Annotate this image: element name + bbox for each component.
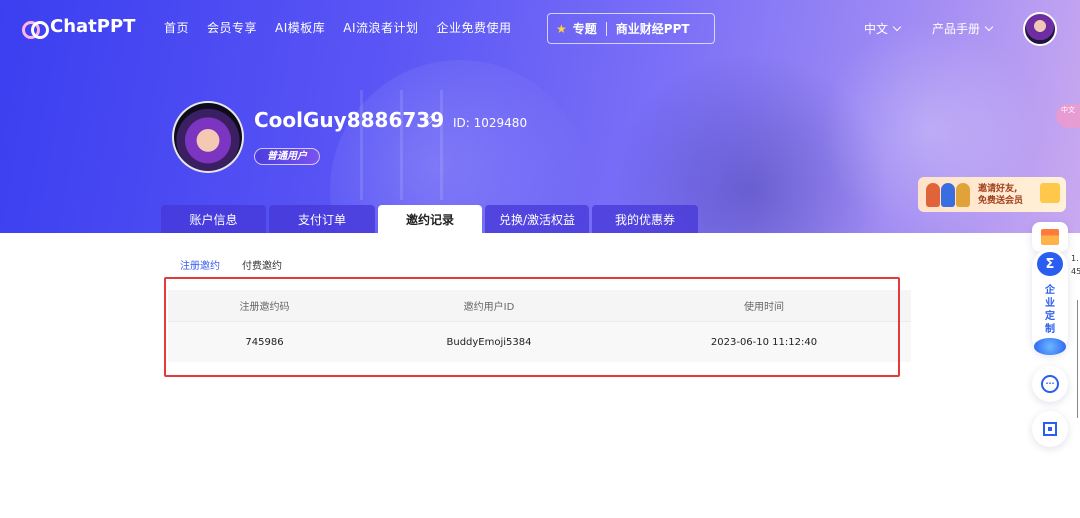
side-number: 1. 45 <box>1071 254 1080 276</box>
topic-value: 商业财经PPT <box>615 22 690 36</box>
gift-icon <box>1041 229 1059 245</box>
nav-item-enterprise[interactable]: 企业免费使用 <box>437 19 512 36</box>
enterprise-label: 企业定制 <box>1045 285 1055 336</box>
chevron-down-icon <box>984 22 994 31</box>
chevron-down-icon <box>892 22 902 31</box>
manual-label: 产品手册 <box>932 22 981 36</box>
language-label: 中文 <box>864 22 889 36</box>
brand-icon: Σ <box>1037 252 1063 277</box>
divider <box>605 21 607 36</box>
people-illustration <box>926 182 970 207</box>
logo[interactable]: ChatPPT <box>22 16 136 39</box>
nav-item-templates[interactable]: AI模板库 <box>275 19 325 36</box>
topic-label: 专题 <box>572 22 597 36</box>
tab-invite-records[interactable]: 邀约记录 <box>378 205 482 233</box>
qrcode-widget[interactable] <box>1032 411 1068 447</box>
hero-decoration <box>440 90 443 200</box>
avatar[interactable] <box>1023 12 1057 46</box>
subtab-register-invite[interactable]: 注册邀约 <box>180 257 220 272</box>
user-level-badge: 普通用户 <box>254 148 320 165</box>
language-selector[interactable]: 中文 <box>864 20 902 37</box>
nav-item-home[interactable]: 首页 <box>164 19 189 36</box>
gift-widget[interactable] <box>1032 222 1068 252</box>
account-tabs: 账户信息 支付订单 邀约记录 兑换/激活权益 我的优惠券 <box>161 205 698 233</box>
enterprise-widget[interactable]: Σ 企业定制 <box>1032 249 1068 355</box>
invite-promo-banner[interactable]: 邀请好友, 免费送会员 <box>918 177 1066 212</box>
subtab-paid-invite[interactable]: 付费邀约 <box>242 257 282 272</box>
highlight-box <box>164 277 900 377</box>
tab-coupons[interactable]: 我的优惠券 <box>592 205 698 233</box>
topic-selector[interactable]: ★ 专题 商业财经PPT <box>547 13 715 44</box>
qrcode-icon <box>1043 422 1057 436</box>
tab-redeem[interactable]: 兑换/激活权益 <box>485 205 589 233</box>
top-nav: 首页 会员专享 AI模板库 AI流浪者计划 企业免费使用 <box>164 19 512 36</box>
hero-decoration <box>400 90 403 200</box>
logo-icon <box>22 19 49 39</box>
logo-text: ChatPPT <box>50 16 136 37</box>
nav-item-wanderer[interactable]: AI流浪者计划 <box>343 19 418 36</box>
chat-widget[interactable]: ··· <box>1032 366 1068 402</box>
chat-icon: ··· <box>1041 375 1059 393</box>
gift-icon <box>1040 183 1060 203</box>
scrollbar[interactable] <box>1077 300 1078 418</box>
profile-avatar <box>172 101 244 173</box>
nav-item-member[interactable]: 会员专享 <box>207 19 257 36</box>
invite-subtabs: 注册邀约 付费邀约 <box>180 257 282 272</box>
user-id: ID: 1029480 <box>453 116 528 130</box>
hero-decoration <box>360 90 363 200</box>
tab-account-info[interactable]: 账户信息 <box>161 205 266 233</box>
star-icon: ★ <box>556 21 567 36</box>
promo-text: 邀请好友, 免费送会员 <box>978 183 1024 206</box>
manual-menu[interactable]: 产品手册 <box>932 20 994 37</box>
cloud-icon <box>1034 338 1066 355</box>
tab-payment-orders[interactable]: 支付订单 <box>269 205 375 233</box>
username: CoolGuy8886739 <box>254 108 445 132</box>
side-language-pill[interactable]: 中文 <box>1056 104 1080 128</box>
